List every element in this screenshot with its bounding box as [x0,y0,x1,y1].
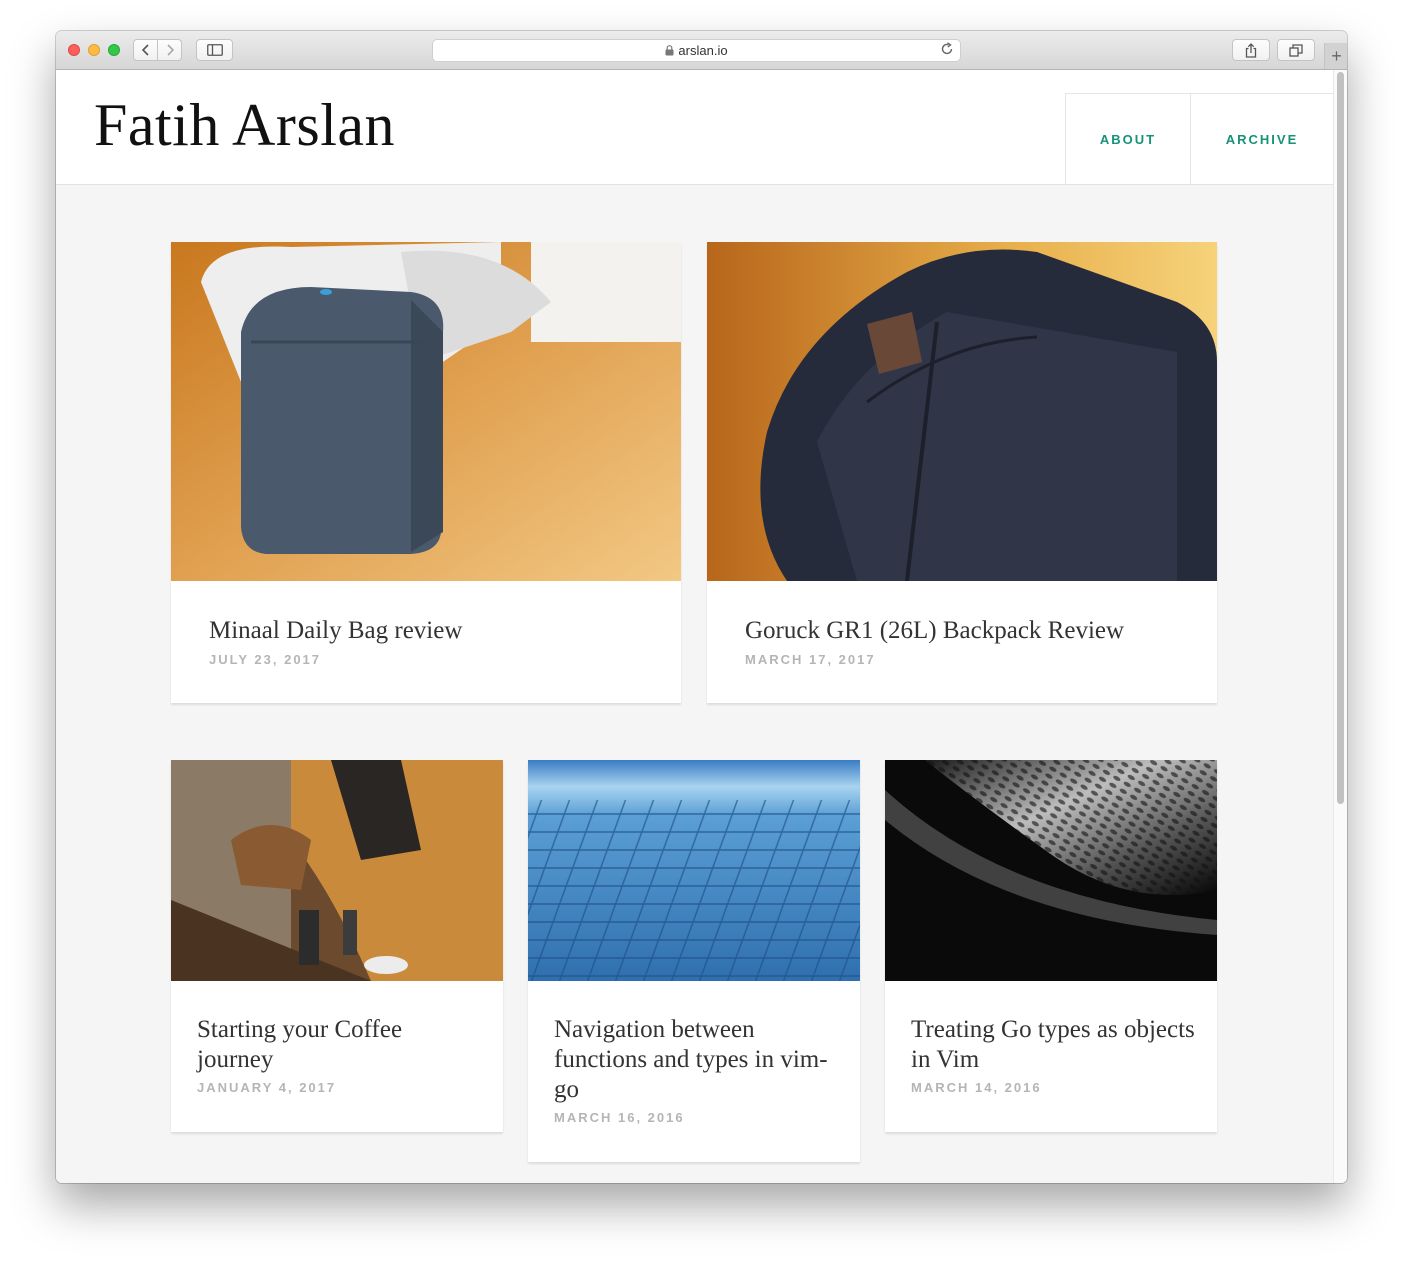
post-title[interactable]: Minaal Daily Bag review [209,616,649,646]
post-date: JULY 23, 2017 [209,652,322,667]
minimize-window-button[interactable] [88,44,100,56]
site-header: Fatih Arslan ABOUT ARCHIVE [56,70,1333,185]
new-tab-button[interactable]: + [1324,43,1347,69]
reload-icon[interactable] [940,42,954,56]
post-title[interactable]: Navigation between functions and types i… [554,1015,839,1105]
post-image-backpack-floor[interactable] [171,242,681,581]
post-image-architecture[interactable] [885,760,1217,981]
sidebar-toggle-button[interactable] [196,39,233,61]
show-tabs-button[interactable] [1277,39,1315,61]
address-bar[interactable]: arslan.io [432,39,961,62]
post-date: MARCH 14, 2016 [911,1080,1042,1095]
post-card-vim-go-navigation[interactable]: Navigation between functions and types i… [528,760,860,1162]
post-card-coffee[interactable]: Starting your Coffee journey JANUARY 4, … [171,760,503,1132]
post-card-go-types[interactable]: Treating Go types as objects in Vim MARC… [885,760,1217,1132]
close-window-button[interactable] [68,44,80,56]
post-date: MARCH 16, 2016 [554,1110,685,1125]
post-title[interactable]: Goruck GR1 (26L) Backpack Review [745,616,1185,646]
post-title[interactable]: Treating Go types as objects in Vim [911,1015,1196,1075]
lock-icon [665,45,674,56]
black-white-architecture-photo [885,760,1217,981]
share-icon [1245,42,1257,58]
page-viewport: Fatih Arslan ABOUT ARCHIVE Minaal Daily … [56,70,1347,1183]
post-date: MARCH 17, 2017 [745,652,876,667]
goruck-backpack-closeup-photo [707,242,1217,581]
post-title[interactable]: Starting your Coffee journey [197,1015,482,1075]
browser-toolbar: arslan.io + [56,31,1347,70]
scrollbar-thumb[interactable] [1337,72,1344,804]
sidebar-icon [206,44,223,56]
back-button[interactable] [133,39,158,61]
nav-archive-link[interactable]: ARCHIVE [1190,93,1333,184]
post-card-goruck[interactable]: Goruck GR1 (26L) Backpack Review MARCH 1… [707,242,1217,703]
share-button[interactable] [1232,39,1270,61]
tabs-overview-icon [1289,43,1303,57]
chevron-right-icon [166,44,174,56]
site-title[interactable]: Fatih Arslan [94,94,395,157]
browser-window: arslan.io + Fatih Arslan ABOUT ARCHIVE M… [56,31,1347,1183]
backpack-on-wooden-floor-photo [171,242,681,581]
post-image-coffee[interactable] [171,760,503,981]
nav-about-link[interactable]: ABOUT [1065,93,1190,184]
post-date: JANUARY 4, 2017 [197,1080,337,1095]
glass-facade-photo [528,760,860,981]
forward-button[interactable] [157,39,182,61]
vertical-scrollbar[interactable] [1333,70,1347,1183]
coffee-gear-on-bench-photo [171,760,503,981]
chevron-left-icon [141,44,149,56]
post-image-goruck[interactable] [707,242,1217,581]
zoom-window-button[interactable] [108,44,120,56]
post-card-minaal[interactable]: Minaal Daily Bag review JULY 23, 2017 [171,242,681,703]
post-image-glass[interactable] [528,760,860,981]
url-text: arslan.io [678,43,728,58]
